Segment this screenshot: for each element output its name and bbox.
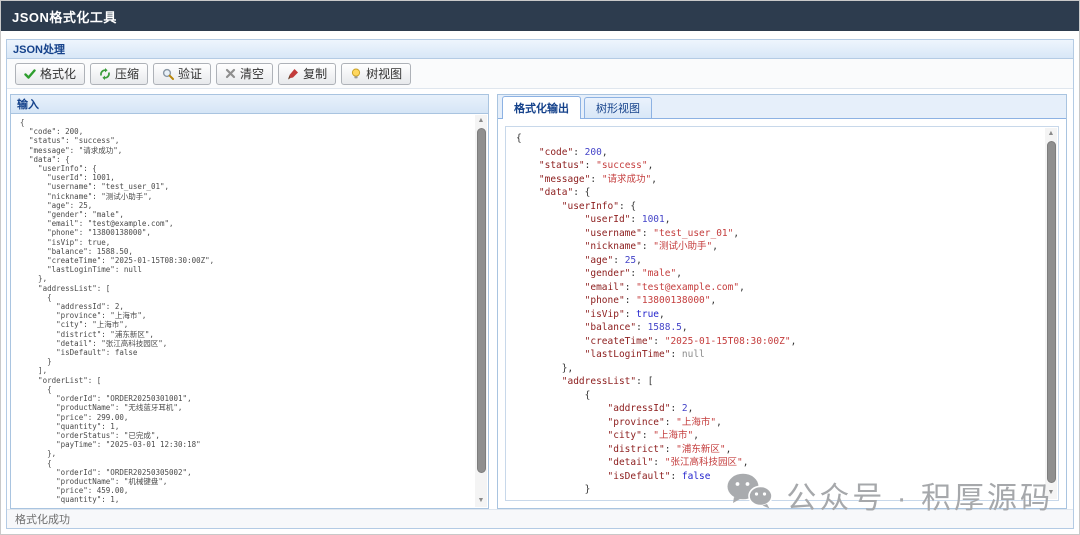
scroll-down-icon[interactable]: ▼ [1045,487,1057,499]
magnifier-icon [162,68,174,80]
json-input-textarea[interactable]: { "code": 200, "status": "success", "mes… [20,118,474,504]
compress-icon [99,68,111,80]
clear-button[interactable]: 清空 [216,63,273,85]
output-box: { "code": 200, "status": "success", "mes… [505,126,1059,501]
input-panel-title: 输入 [17,96,39,112]
lightbulb-icon [350,68,362,80]
app-title: JSON格式化工具 [12,7,117,26]
tab-tree-view[interactable]: 树形视图 [584,97,652,118]
output-tabbar: 格式化输出 树形视图 [498,95,1066,119]
input-panel: 输入 { "code": 200, "status": "success", "… [10,94,489,509]
output-code[interactable]: { "code": 200, "status": "success", "mes… [516,132,1042,498]
output-panel: 格式化输出 树形视图 { "code": 200, "status": "suc… [497,94,1067,509]
output-scroll-thumb[interactable] [1047,141,1056,483]
app-titlebar: JSON格式化工具 [1,1,1079,31]
app-window: { "header": { "title": "JSON格式化工具" }, "p… [0,0,1080,535]
scroll-down-icon[interactable]: ▼ [475,495,487,507]
scroll-up-icon[interactable]: ▲ [475,115,487,127]
input-scrollbar[interactable]: ▲ ▼ [475,115,487,507]
input-body: { "code": 200, "status": "success", "mes… [11,114,488,508]
scroll-up-icon[interactable]: ▲ [1045,128,1057,140]
compress-button[interactable]: 压缩 [90,63,148,85]
status-text: 格式化成功 [15,511,70,527]
input-scroll-thumb[interactable] [477,128,486,473]
json-process-panel: JSON处理 格式化 压缩 验证 清空 复制 树视图 [6,39,1074,529]
copy-brush-icon [287,68,299,80]
copy-button[interactable]: 复制 [278,63,336,85]
toolbar: 格式化 压缩 验证 清空 复制 树视图 [7,59,1073,89]
clear-icon [225,68,236,79]
main-split: 输入 { "code": 200, "status": "success", "… [7,89,1073,509]
format-button[interactable]: 格式化 [15,63,85,85]
output-tab-body: { "code": 200, "status": "success", "mes… [498,119,1066,508]
check-icon [24,68,36,80]
status-bar: 格式化成功 [7,509,1073,528]
panel-splitter[interactable] [489,94,497,509]
panel-header: JSON处理 [7,40,1073,59]
output-scrollbar[interactable]: ▲ ▼ [1045,128,1057,499]
panel-title: JSON处理 [13,41,65,57]
validate-button[interactable]: 验证 [153,63,211,85]
tab-formatted-output[interactable]: 格式化输出 [502,96,581,119]
treeview-button[interactable]: 树视图 [341,63,411,85]
input-panel-header: 输入 [11,95,488,114]
